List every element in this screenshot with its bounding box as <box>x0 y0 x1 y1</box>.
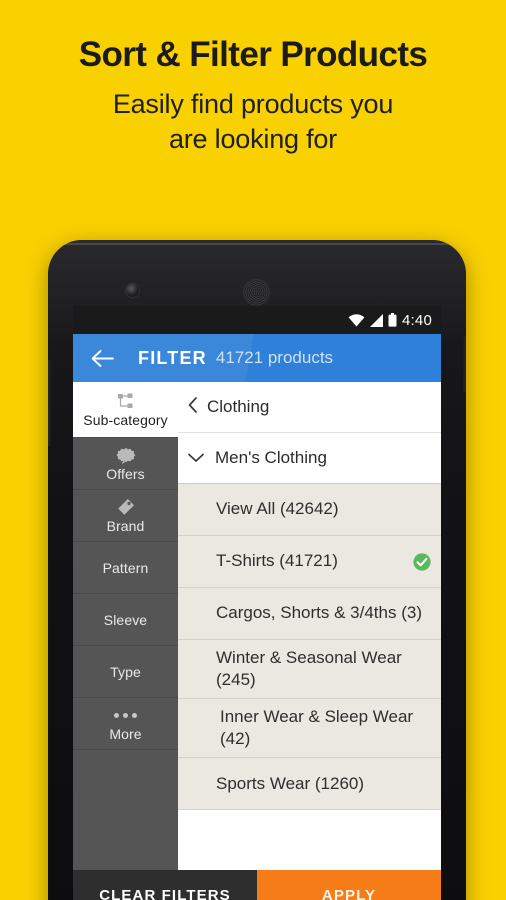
list-item-label: View All (42642) <box>216 499 339 519</box>
list-item[interactable]: View All (42642) <box>178 484 441 536</box>
sidebar-item-offers[interactable]: Offers <box>73 438 178 490</box>
list-item-label: T-Shirts (41721) <box>216 551 338 571</box>
list-item-label: Inner Wear & Sleep Wear (42) <box>220 707 414 749</box>
sidebar-item-label: More <box>109 725 142 742</box>
burst-badge-icon <box>116 446 136 465</box>
more-dots-icon <box>114 706 137 725</box>
filter-category-tabs: Sub-category Offers Brand Pattern Sleeve… <box>73 382 178 870</box>
signal-icon <box>369 314 384 327</box>
sidebar-item-label: Pattern <box>102 559 149 576</box>
back-arrow-icon[interactable] <box>87 343 117 373</box>
bezel-highlight <box>52 243 462 245</box>
sidebar-item-label: Sleeve <box>103 611 148 628</box>
promo-subtitle-line-1: Easily find products you <box>112 88 394 119</box>
apply-button[interactable]: APPLY <box>257 870 441 900</box>
sidebar-item-label: Type <box>110 663 141 680</box>
app-bar-product-count: 41721 products <box>215 348 334 367</box>
status-bar-time: 4:40 <box>402 311 432 329</box>
list-item-label: Cargos, Shorts & 3/4ths (3) <box>216 603 422 623</box>
filter-action-bar: CLEAR FILTERS APPLY <box>73 870 441 900</box>
selected-check-icon <box>413 552 431 571</box>
list-item[interactable]: Inner Wear & Sleep Wear (42) <box>178 699 441 759</box>
breadcrumb[interactable]: Clothing <box>178 382 441 433</box>
sidebar-item-label: Sub-category <box>83 411 168 428</box>
list-group-label: Men's Clothing <box>215 448 327 467</box>
hierarchy-icon <box>117 392 134 411</box>
phone-screen: 4:40 FILTER 41721 products Sub-category … <box>73 306 441 900</box>
promo-screenshot: Sort & Filter Products Easily find produ… <box>0 0 506 900</box>
sidebar-item-sub-category[interactable]: Sub-category <box>73 382 178 438</box>
status-bar-icons <box>348 313 397 327</box>
app-bar: FILTER 41721 products <box>73 334 441 382</box>
list-group-header[interactable]: Men's Clothing <box>178 433 441 484</box>
battery-icon <box>388 313 397 327</box>
list-item-label: Sports Wear (1260) <box>216 773 365 793</box>
filter-content: Sub-category Offers Brand Pattern Sleeve… <box>73 382 441 870</box>
sidebar-item-more[interactable]: More <box>73 698 178 750</box>
chevron-left-icon <box>188 396 198 418</box>
wifi-icon <box>348 314 365 327</box>
list-item[interactable]: Cargos, Shorts & 3/4ths (3) <box>178 588 441 640</box>
subcategory-list: Clothing Men's Clothing View All (42642) <box>178 382 441 870</box>
promo-title: Sort & Filter Products <box>78 35 428 74</box>
sidebar-item-label: Brand <box>106 517 145 534</box>
power-button[interactable] <box>463 336 466 392</box>
promo-subtitle: Easily find products you are looking for <box>0 87 506 158</box>
list-item-label: Winter & Seasonal Wear (245) <box>216 648 402 690</box>
sidebar-item-sleeve[interactable]: Sleeve <box>73 594 178 646</box>
app-bar-title: FILTER <box>138 347 207 368</box>
status-bar: 4:40 <box>73 306 441 334</box>
sidebar-item-brand[interactable]: Brand <box>73 490 178 542</box>
volume-button[interactable] <box>48 360 51 446</box>
price-tag-icon <box>116 498 135 517</box>
sidebar-item-type[interactable]: Type <box>73 646 178 698</box>
sidebar-item-label: Offers <box>106 465 145 482</box>
sidebar-item-pattern[interactable]: Pattern <box>73 542 178 594</box>
promo-text-block: Sort & Filter Products Easily find produ… <box>0 35 506 158</box>
clear-filters-button[interactable]: CLEAR FILTERS <box>73 870 257 900</box>
breadcrumb-label: Clothing <box>207 397 270 416</box>
list-item[interactable]: Sports Wear (1260) <box>178 758 441 811</box>
earpiece-speaker-icon <box>244 280 269 305</box>
phone-device-mockup: 4:40 FILTER 41721 products Sub-category … <box>48 240 466 900</box>
chevron-down-icon <box>188 448 204 468</box>
promo-subtitle-line-2: are looking for <box>168 124 338 155</box>
front-camera-icon <box>126 284 139 297</box>
list-item[interactable]: Winter & Seasonal Wear (245) <box>178 640 441 700</box>
list-item[interactable]: T-Shirts (41721) <box>178 536 441 588</box>
